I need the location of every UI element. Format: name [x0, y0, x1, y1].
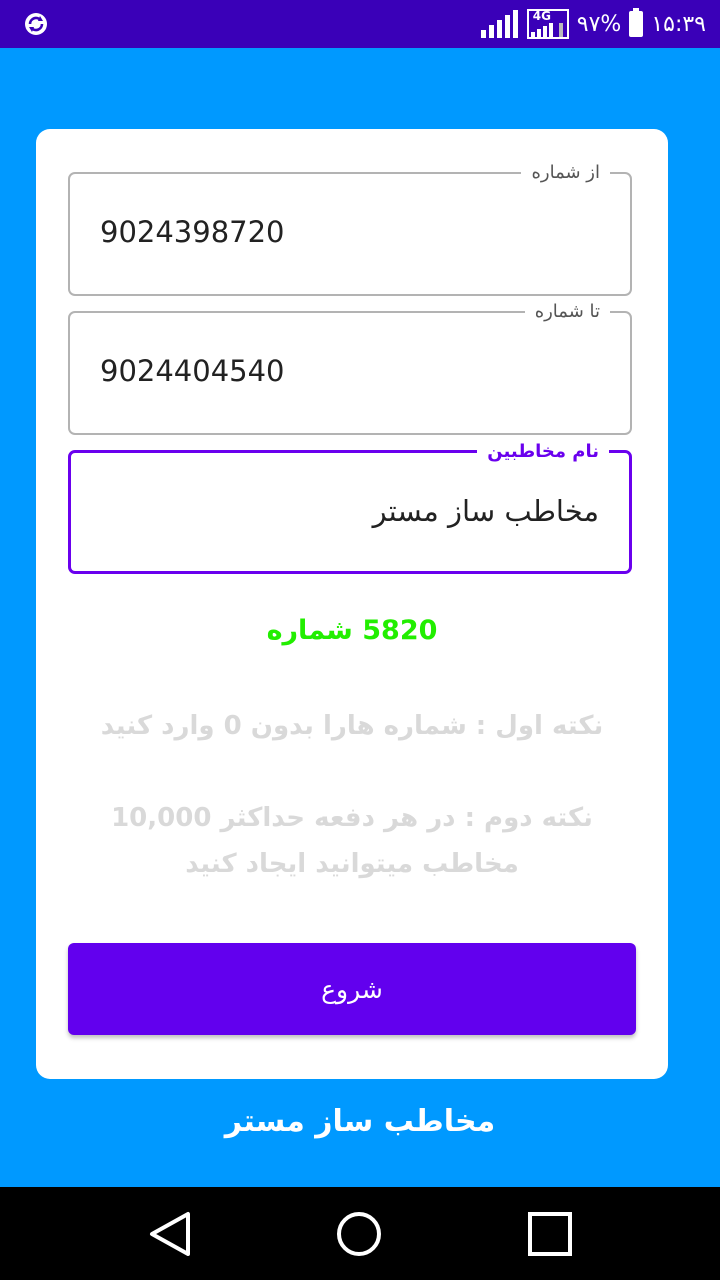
navigation-bar [0, 1187, 720, 1280]
contact-name-field[interactable]: نام مخاطبین مخاطب ساز مستر [68, 439, 632, 574]
note-second: نکته دوم : در هر دفعه حداکثر 10,000 مخاط… [111, 803, 593, 879]
to-number-label: تا شماره [524, 299, 610, 325]
number-count: 5820 شماره [266, 615, 438, 646]
back-icon[interactable] [146, 1209, 196, 1259]
recents-icon[interactable] [525, 1209, 575, 1259]
app-title: مخاطب ساز مستر [224, 1104, 496, 1139]
network-signal-icon [530, 23, 563, 37]
to-number-value[interactable]: 9024404540 [100, 351, 285, 391]
home-icon[interactable] [334, 1209, 384, 1259]
network-type: 4G [532, 9, 551, 23]
network-indicator: 4G [526, 9, 569, 39]
form-card: از شماره 9024398720 تا شماره 9024404540 … [36, 129, 668, 1079]
clock: ۱۵:۳۹ [651, 11, 706, 37]
battery-percent: ۹۷% [576, 11, 622, 37]
start-button[interactable]: شروع [68, 943, 636, 1035]
battery-icon [629, 8, 644, 37]
status-bar: 4G ۹۷% ۱۵:۳۹ [0, 0, 720, 48]
from-number-label: از شماره [521, 160, 610, 186]
from-number-field[interactable]: از شماره 9024398720 [68, 160, 632, 296]
signal-icon [480, 10, 518, 38]
note-first: نکته اول : شماره هارا بدون 0 وارد کنید [100, 711, 604, 741]
to-number-field[interactable]: تا شماره 9024404540 [68, 299, 632, 435]
status-bar-right: 4G ۹۷% ۱۵:۳۹ [480, 8, 706, 40]
contact-name-value[interactable]: مخاطب ساز مستر [373, 491, 599, 531]
sync-icon [25, 13, 47, 35]
contact-name-label: نام مخاطبین [477, 439, 609, 465]
from-number-value[interactable]: 9024398720 [100, 212, 285, 252]
